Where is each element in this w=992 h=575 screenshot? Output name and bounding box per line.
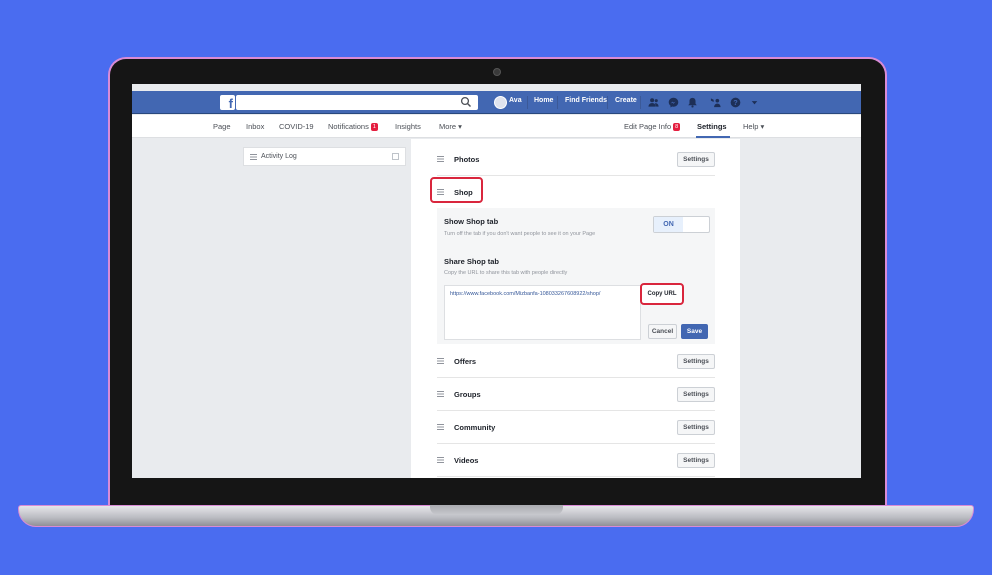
- nav-divider: [527, 96, 528, 109]
- page-navigation-bar: Page Inbox COVID-19 Notifications 1 Insig…: [132, 115, 861, 138]
- tab-more[interactable]: More ▾: [439, 122, 462, 131]
- drag-handle-icon[interactable]: [437, 391, 444, 397]
- nav-divider: [607, 96, 608, 109]
- drag-handle-icon[interactable]: [437, 457, 444, 463]
- offers-settings-button[interactable]: Settings: [677, 354, 715, 369]
- drag-handle-icon[interactable]: [437, 358, 444, 364]
- groups-settings-button[interactable]: Settings: [677, 387, 715, 402]
- toggle-on-label: ON: [654, 217, 683, 232]
- share-shop-tab-title: Share Shop tab: [444, 257, 500, 266]
- save-button[interactable]: Save: [681, 324, 708, 339]
- tab-covid-19[interactable]: COVID-19: [279, 122, 314, 131]
- open-activity-log-icon: [392, 153, 399, 160]
- help-icon[interactable]: ?: [730, 97, 741, 108]
- profile-link[interactable]: Ava: [509, 97, 522, 104]
- tab-edit-page-info[interactable]: Edit Page Info 8: [624, 122, 681, 131]
- community-settings-button[interactable]: Settings: [677, 420, 715, 435]
- tab-help[interactable]: Help ▾: [743, 122, 764, 131]
- screen: f Ava Home Find Friends Create ? Page In…: [132, 84, 861, 478]
- row-title: Groups: [454, 390, 481, 399]
- share-shop-tab-description: Copy the URL to share this tab with peop…: [444, 270, 568, 276]
- settings-row-photos: Photos Settings: [437, 143, 715, 176]
- tab-inbox[interactable]: Inbox: [246, 122, 264, 131]
- search-icon[interactable]: [460, 96, 472, 108]
- shop-highlight-box: [430, 177, 483, 203]
- laptop-notch: [430, 505, 563, 515]
- tab-notifications[interactable]: Notifications 1: [328, 122, 378, 131]
- tab-page[interactable]: Page: [213, 122, 231, 131]
- row-title: Offers: [454, 357, 477, 366]
- nav-divider: [557, 96, 558, 109]
- settings-row-videos: Videos Settings: [437, 444, 715, 477]
- shop-settings-expanded: Show Shop tab Turn off the tab if you do…: [437, 208, 715, 344]
- notifications-count-badge: 1: [370, 123, 378, 131]
- search-input[interactable]: [236, 95, 478, 110]
- row-title: Photos: [454, 155, 480, 164]
- copy-url-highlight-box: Copy URL: [640, 283, 684, 305]
- activity-log-button[interactable]: Activity Log: [243, 147, 406, 166]
- messenger-icon[interactable]: [668, 97, 679, 108]
- edit-page-info-badge: 8: [673, 123, 681, 131]
- show-shop-tab-toggle[interactable]: ON: [653, 216, 710, 233]
- account-menu-chevron-icon[interactable]: [749, 97, 760, 108]
- find-friends-link[interactable]: Find Friends: [565, 97, 607, 104]
- home-link[interactable]: Home: [534, 97, 553, 104]
- nav-divider: [640, 96, 641, 109]
- svg-text:?: ?: [733, 98, 738, 107]
- cancel-button[interactable]: Cancel: [648, 324, 677, 339]
- drag-handle-icon[interactable]: [437, 424, 444, 430]
- drag-handle-icon[interactable]: [437, 156, 444, 162]
- tab-edit-page-info-label: Edit Page Info: [624, 122, 672, 131]
- webcam: [493, 68, 501, 76]
- videos-settings-button[interactable]: Settings: [677, 453, 715, 468]
- settings-row-groups: Groups Settings: [437, 378, 715, 411]
- show-shop-tab-description: Turn off the tab if you don't want peopl…: [444, 231, 596, 237]
- facebook-logo-icon[interactable]: f: [220, 95, 235, 110]
- tab-notifications-label: Notifications: [328, 122, 369, 131]
- settings-row-offers: Offers Settings: [437, 345, 715, 378]
- show-shop-tab-title: Show Shop tab: [444, 217, 499, 226]
- settings-row-community: Community Settings: [437, 411, 715, 444]
- active-tab-indicator: [696, 136, 730, 138]
- activity-log-label: Activity Log: [261, 153, 297, 160]
- photos-settings-button[interactable]: Settings: [677, 152, 715, 167]
- avatar[interactable]: [494, 96, 507, 109]
- tab-insights[interactable]: Insights: [395, 122, 421, 131]
- copy-url-button[interactable]: Copy URL: [645, 288, 679, 300]
- list-icon: [250, 154, 257, 160]
- row-title: Community: [454, 423, 496, 432]
- create-link[interactable]: Create: [615, 97, 637, 104]
- tab-settings[interactable]: Settings: [697, 122, 727, 131]
- page-manager-icon[interactable]: [710, 97, 721, 108]
- shop-url-field[interactable]: https://www.facebook.com/Mizbanfa-108033…: [444, 285, 641, 340]
- page-settings-panel: Photos Settings Shop Show Shop tab Turn …: [411, 139, 740, 478]
- notifications-bell-icon[interactable]: [687, 97, 698, 108]
- friend-requests-icon[interactable]: [648, 97, 659, 108]
- shop-url-text: https://www.facebook.com/Mizbanfa-108033…: [450, 291, 601, 297]
- facebook-top-bar: f Ava Home Find Friends Create ?: [132, 91, 861, 114]
- row-title: Videos: [454, 456, 479, 465]
